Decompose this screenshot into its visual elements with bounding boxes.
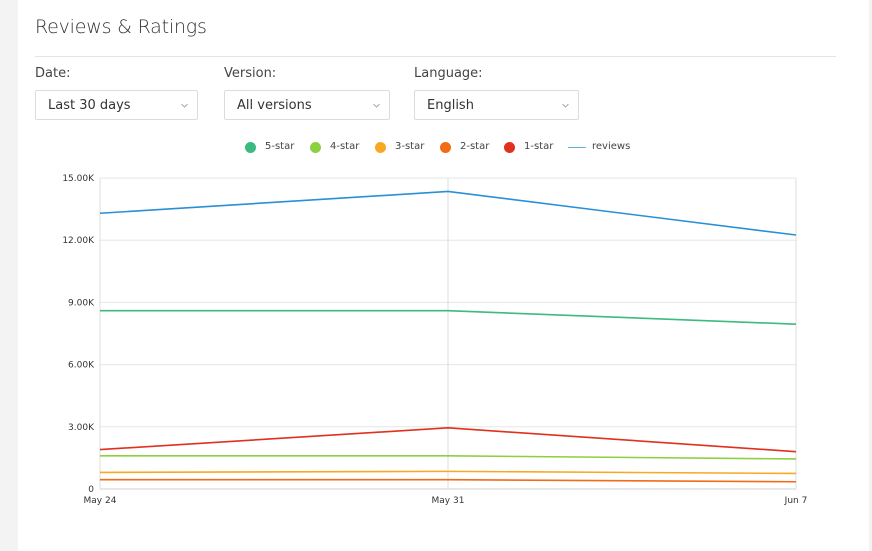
y-tick-label: 0 [88,485,94,495]
y-tick-label: 6.00K [68,361,95,371]
y-tick-label: 15.00K [62,174,95,184]
line-chart: 0 3.00K 6.00K 9.00K 12.00K 15.00K May 24 May 31… [62,174,808,506]
y-tick-label: 9.00K [68,298,95,308]
x-tick-label: Jun 7 [784,496,808,506]
x-tick-label: May 24 [84,496,117,506]
reviews-card: Reviews & Ratings Date: Last 30 days Ver… [18,0,869,551]
y-tick-label: 12.00K [62,236,95,246]
x-tick-label: May 31 [432,496,465,506]
y-tick-label: 3.00K [68,423,95,433]
